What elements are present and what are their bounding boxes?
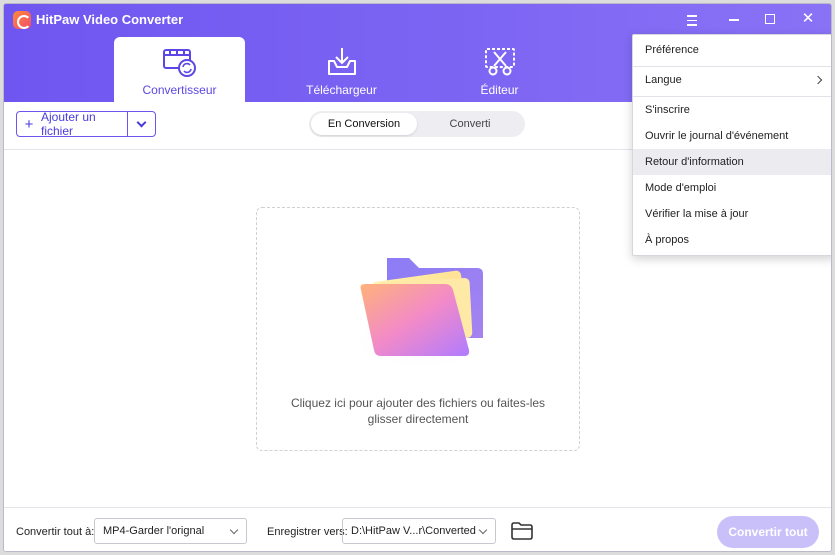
chevron-down-icon: [229, 525, 239, 535]
app-window: HitPaw Video Converter ✕ Convertisseur T…: [3, 3, 832, 552]
close-icon[interactable]: ✕: [794, 9, 822, 29]
output-format-select[interactable]: MP4-Garder l'orignal: [94, 518, 247, 544]
save-path-value: D:\HitPaw V...r\Converted: [351, 525, 476, 537]
tab-converti[interactable]: Converti: [417, 113, 523, 135]
tab-label: Convertisseur: [142, 83, 217, 97]
convert-all-button[interactable]: Convertir tout: [717, 516, 819, 548]
app-logo-icon: [13, 11, 31, 29]
drop-zone-text: Cliquez ici pour ajouter des fichiers ou…: [290, 396, 546, 426]
tab-telechargeur[interactable]: Téléchargeur: [276, 37, 407, 102]
hamburger-menu-icon[interactable]: [678, 9, 706, 29]
minimize-icon[interactable]: [720, 9, 748, 29]
conversion-status-toggle: En Conversion Converti: [309, 111, 525, 137]
download-tray-icon: [327, 48, 356, 75]
tab-editeur[interactable]: Éditeur: [434, 37, 565, 102]
save-path-select[interactable]: D:\HitPaw V...r\Converted: [342, 518, 496, 544]
menu-item-a-propos[interactable]: À propos: [633, 227, 831, 253]
menu-item-langue[interactable]: Langue: [633, 67, 831, 93]
plus-icon: +: [24, 115, 34, 133]
menu-item-retour-information[interactable]: Retour d'information: [633, 149, 831, 175]
title-bar: HitPaw Video Converter ✕: [4, 4, 831, 34]
menu-item-journal[interactable]: Ouvrir le journal d'événement: [633, 123, 831, 149]
menu-item-preference[interactable]: Préférence: [633, 37, 831, 63]
menu-item-mode-emploi[interactable]: Mode d'emploi: [633, 175, 831, 201]
add-file-label: Ajouter un fichier: [41, 110, 96, 138]
file-drop-zone[interactable]: Cliquez ici pour ajouter des fichiers ou…: [256, 207, 580, 451]
add-file-button[interactable]: + Ajouter un fichier: [16, 110, 156, 138]
chevron-right-icon: [813, 75, 823, 85]
chevron-down-icon: [136, 117, 147, 127]
scissors-icon: [484, 48, 515, 76]
menu-item-sinscrire[interactable]: S'inscrire: [633, 97, 831, 123]
output-format-value: MP4-Garder l'orignal: [103, 525, 205, 537]
film-convert-icon: [162, 49, 196, 77]
convert-all-label: Convertir tout à:: [16, 526, 95, 538]
app-title: HitPaw Video Converter: [36, 12, 184, 27]
tab-label: Éditeur: [480, 83, 519, 97]
open-folder-icon[interactable]: [511, 522, 533, 540]
save-to-label: Enregistrer vers:: [267, 526, 348, 538]
tab-label: Téléchargeur: [306, 83, 377, 97]
maximize-icon[interactable]: [756, 9, 784, 29]
add-file-dropdown-button[interactable]: [127, 112, 155, 136]
main-menu-dropdown: Préférence Langue S'inscrire Ouvrir le j…: [632, 34, 831, 256]
footer: Convertir tout à: MP4-Garder l'orignal E…: [4, 507, 831, 551]
menu-item-verifier-mise-a-jour[interactable]: Vérifier la mise à jour: [633, 201, 831, 227]
menu-item-label: Langue: [645, 74, 682, 86]
tab-en-conversion[interactable]: En Conversion: [311, 113, 417, 135]
chevron-down-icon: [478, 525, 488, 535]
folder-icon: [352, 258, 492, 369]
tab-convertisseur[interactable]: Convertisseur: [114, 37, 245, 102]
